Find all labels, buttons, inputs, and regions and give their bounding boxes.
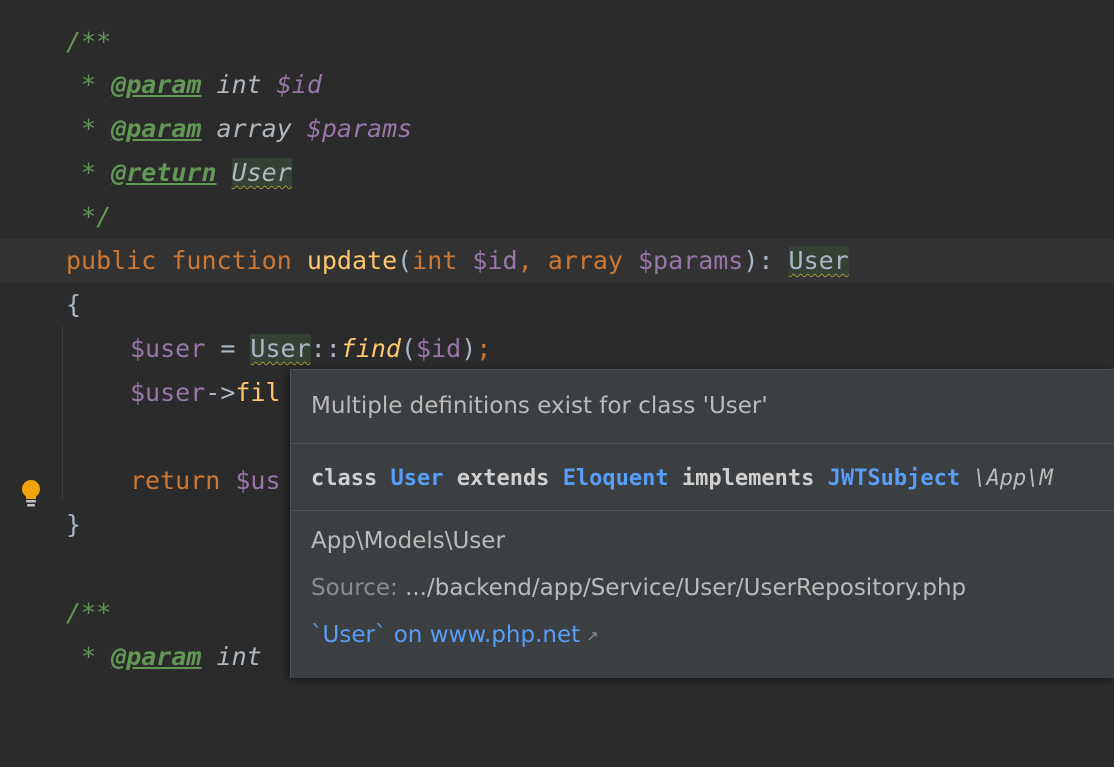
- code-line[interactable]: $user = User::find($id);: [0, 327, 1114, 371]
- external-link-icon: ↗: [586, 626, 599, 645]
- code-line[interactable]: * @return User: [0, 151, 1114, 195]
- return-type-user[interactable]: User: [231, 158, 292, 187]
- statement-return: return $us: [130, 466, 281, 495]
- code-line[interactable]: */: [0, 195, 1114, 239]
- doc-param-line: * @param array $params: [66, 114, 413, 143]
- method-find[interactable]: find: [341, 334, 401, 363]
- doc-comment-close: */: [66, 202, 112, 231]
- external-doc-link[interactable]: `User` on www.php.net ↗: [311, 622, 599, 648]
- param-tag[interactable]: @param: [111, 114, 201, 143]
- function-name[interactable]: update: [307, 246, 397, 275]
- interface-link-jwtsubject[interactable]: JWTSubject: [828, 466, 960, 491]
- popup-separator: [291, 510, 1114, 511]
- brace-close: }: [66, 510, 82, 539]
- doc-param-line: * @param int: [66, 642, 262, 671]
- current-code-line[interactable]: public function update(int $id, array $p…: [0, 239, 1114, 507]
- code-line[interactable]: {: [0, 283, 1114, 327]
- param-tag[interactable]: @param: [111, 70, 201, 99]
- class-reference-user[interactable]: User: [250, 334, 311, 363]
- class-link-eloquent[interactable]: Eloquent: [563, 466, 669, 491]
- class-link-user[interactable]: User: [390, 466, 443, 491]
- code-line[interactable]: * @param array $params: [0, 107, 1114, 151]
- doc-comment-open: /**: [66, 598, 112, 627]
- source-label: Source:: [311, 575, 406, 601]
- param-tag[interactable]: @param: [111, 642, 201, 671]
- code-line[interactable]: * @param int $id: [0, 63, 1114, 107]
- return-tag[interactable]: @return: [111, 158, 216, 187]
- doc-comment-open: /**: [66, 27, 112, 56]
- popup-header: Multiple definitions exist for class 'Us…: [311, 393, 768, 419]
- source-path: .../backend/app/Service/User/UserReposit…: [405, 575, 967, 601]
- code-editor[interactable]: /** * @param int $id * @param array $par…: [0, 0, 1114, 684]
- popup-separator: [291, 443, 1114, 444]
- brace-open: {: [66, 290, 82, 319]
- quick-documentation-popup[interactable]: Multiple definitions exist for class 'Us…: [290, 369, 1114, 678]
- statement-find: $user = User::find($id);: [130, 334, 492, 363]
- doc-param-line: * @param int $id: [66, 70, 322, 99]
- return-type-class[interactable]: User: [788, 246, 849, 275]
- function-signature: public function update(int $id, array $p…: [66, 246, 849, 275]
- source-info: Source: .../backend/app/Service/User/Use…: [311, 575, 966, 601]
- class-signature: class User extends Eloquent implements J…: [311, 466, 1053, 491]
- doc-return-line: * @return User: [66, 158, 292, 187]
- statement-fill: $user->fil: [130, 378, 281, 407]
- fully-qualified-name: App\Models\User: [311, 528, 505, 554]
- code-line[interactable]: /**: [0, 20, 1114, 64]
